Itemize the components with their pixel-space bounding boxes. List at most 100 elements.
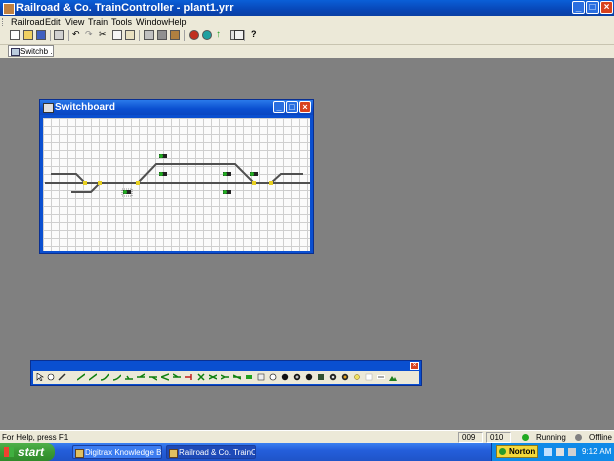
signal-icon[interactable] <box>223 172 231 176</box>
tray-icon[interactable] <box>568 448 576 456</box>
close-button[interactable]: × <box>600 1 613 14</box>
taskbar-item-railroad[interactable]: Railroad & Co. TrainC... <box>166 445 256 459</box>
clock-icon[interactable] <box>269 373 277 381</box>
stop-icon[interactable] <box>189 30 199 40</box>
windows-logo-icon <box>4 447 14 457</box>
turnout-marker[interactable] <box>252 181 256 185</box>
signal-tool-icon[interactable] <box>245 373 253 381</box>
globe-icon[interactable] <box>202 30 212 40</box>
system-tray: Norton 9:12 AM <box>491 443 614 461</box>
menu-window[interactable]: Window <box>136 16 168 28</box>
turntable-icon[interactable] <box>233 373 241 381</box>
taskbar-item-digitrax[interactable]: Digitrax Knowledge B... <box>72 445 162 459</box>
copy-icon[interactable] <box>112 30 122 40</box>
tab-label: Switchb ... <box>20 47 54 56</box>
bulb-icon[interactable] <box>353 373 361 381</box>
switchboard-title-bar[interactable]: Switchboard _ □ × <box>40 100 313 115</box>
maximize-button[interactable]: □ <box>586 1 599 14</box>
running-indicator-icon <box>522 434 529 441</box>
browser-icon <box>75 449 84 458</box>
up-arrow-icon[interactable]: ↑ <box>216 30 226 40</box>
palette-close-button[interactable]: × <box>410 362 419 370</box>
straight-track-icon[interactable] <box>77 373 85 381</box>
turnout-wye-icon[interactable] <box>161 373 169 381</box>
network-icon[interactable] <box>544 448 552 456</box>
indicator-icon[interactable] <box>281 373 289 381</box>
undo-icon[interactable]: ↶ <box>72 30 82 40</box>
switch-icon[interactable] <box>317 373 325 381</box>
route-icon[interactable] <box>305 373 313 381</box>
track-end-icon[interactable] <box>125 373 133 381</box>
help-icon[interactable]: ? <box>251 30 261 40</box>
switchboard-icon <box>43 103 54 113</box>
volume-icon[interactable] <box>556 448 564 456</box>
track-diagram <box>45 154 310 197</box>
redo-icon[interactable]: ↷ <box>85 30 95 40</box>
turnout-marker[interactable] <box>98 181 102 185</box>
build-icon[interactable] <box>170 30 180 40</box>
signal-icon[interactable] <box>121 188 133 197</box>
double-slip-icon[interactable] <box>209 373 217 381</box>
clock: 9:12 AM <box>582 447 612 456</box>
bumper-icon[interactable] <box>185 373 193 381</box>
minimize-button[interactable]: _ <box>572 1 585 14</box>
turnout-marker[interactable] <box>136 181 140 185</box>
new-file-icon[interactable] <box>10 30 20 40</box>
paste-icon[interactable] <box>125 30 135 40</box>
menu-railroad[interactable]: Railroad <box>11 16 45 28</box>
turnout-three-way-icon[interactable] <box>173 373 181 381</box>
switchboard-close-button[interactable]: × <box>299 101 311 113</box>
hand-icon[interactable] <box>47 373 55 381</box>
menu-train[interactable]: Train <box>88 16 108 28</box>
open-folder-icon[interactable] <box>23 30 33 40</box>
track-curve-icon[interactable] <box>101 373 109 381</box>
menu-edit[interactable]: Edit <box>45 16 61 28</box>
push-button-icon[interactable] <box>293 373 301 381</box>
pointer-icon[interactable] <box>36 373 44 381</box>
signal-icon[interactable] <box>250 172 258 176</box>
track-curve-icon[interactable] <box>113 373 121 381</box>
switchboard-icon <box>11 48 20 56</box>
menu-tools[interactable]: Tools <box>111 16 132 28</box>
page-setup-icon[interactable] <box>144 30 154 40</box>
signal-icon[interactable] <box>223 190 231 194</box>
text-label-icon[interactable] <box>377 373 385 381</box>
settings-wrench-icon[interactable] <box>234 30 244 40</box>
menu-help[interactable]: Help <box>168 16 187 28</box>
turnout-marker[interactable] <box>269 181 273 185</box>
landscape-icon[interactable] <box>389 373 397 381</box>
signal-icon[interactable] <box>159 154 167 158</box>
pencil-icon[interactable] <box>58 373 66 381</box>
switchboard-grid[interactable] <box>43 118 310 251</box>
blank-icon[interactable] <box>365 373 373 381</box>
norton-label: Norton <box>509 447 536 456</box>
norton-button[interactable]: Norton <box>496 445 538 458</box>
lamp-icon[interactable] <box>341 373 349 381</box>
cut-icon[interactable]: ✂ <box>99 30 109 40</box>
layout-icon[interactable] <box>157 30 167 40</box>
start-button[interactable]: start <box>0 443 55 461</box>
contact-icon[interactable] <box>257 373 265 381</box>
track-diagonal-icon[interactable] <box>89 373 97 381</box>
status-bar: For Help, press F1 009 010 Running Offli… <box>0 430 614 444</box>
app-title-bar: Railroad & Co. TrainController - plant1.… <box>0 0 614 16</box>
toolbar-separator <box>184 30 185 41</box>
switchboard-maximize-button[interactable]: □ <box>286 101 298 113</box>
turnout-marker[interactable] <box>83 181 87 185</box>
passing-siding[interactable] <box>137 163 255 184</box>
sound-icon[interactable] <box>329 373 337 381</box>
norton-check-icon <box>499 448 506 455</box>
track-upper-left-spur[interactable] <box>51 173 86 184</box>
print-icon[interactable] <box>54 30 64 40</box>
tab-switchboard[interactable]: Switchb ... <box>8 45 54 57</box>
crossing-icon[interactable] <box>197 373 205 381</box>
turnout-right-icon[interactable] <box>149 373 157 381</box>
signal-icon[interactable] <box>159 172 167 176</box>
palette-body <box>33 371 419 384</box>
turnout-left-icon[interactable] <box>137 373 145 381</box>
switchboard-minimize-button[interactable]: _ <box>273 101 285 113</box>
track-right-spur[interactable] <box>270 173 303 184</box>
menu-view[interactable]: View <box>65 16 84 28</box>
save-icon[interactable] <box>36 30 46 40</box>
track-switch-icon[interactable] <box>221 373 229 381</box>
